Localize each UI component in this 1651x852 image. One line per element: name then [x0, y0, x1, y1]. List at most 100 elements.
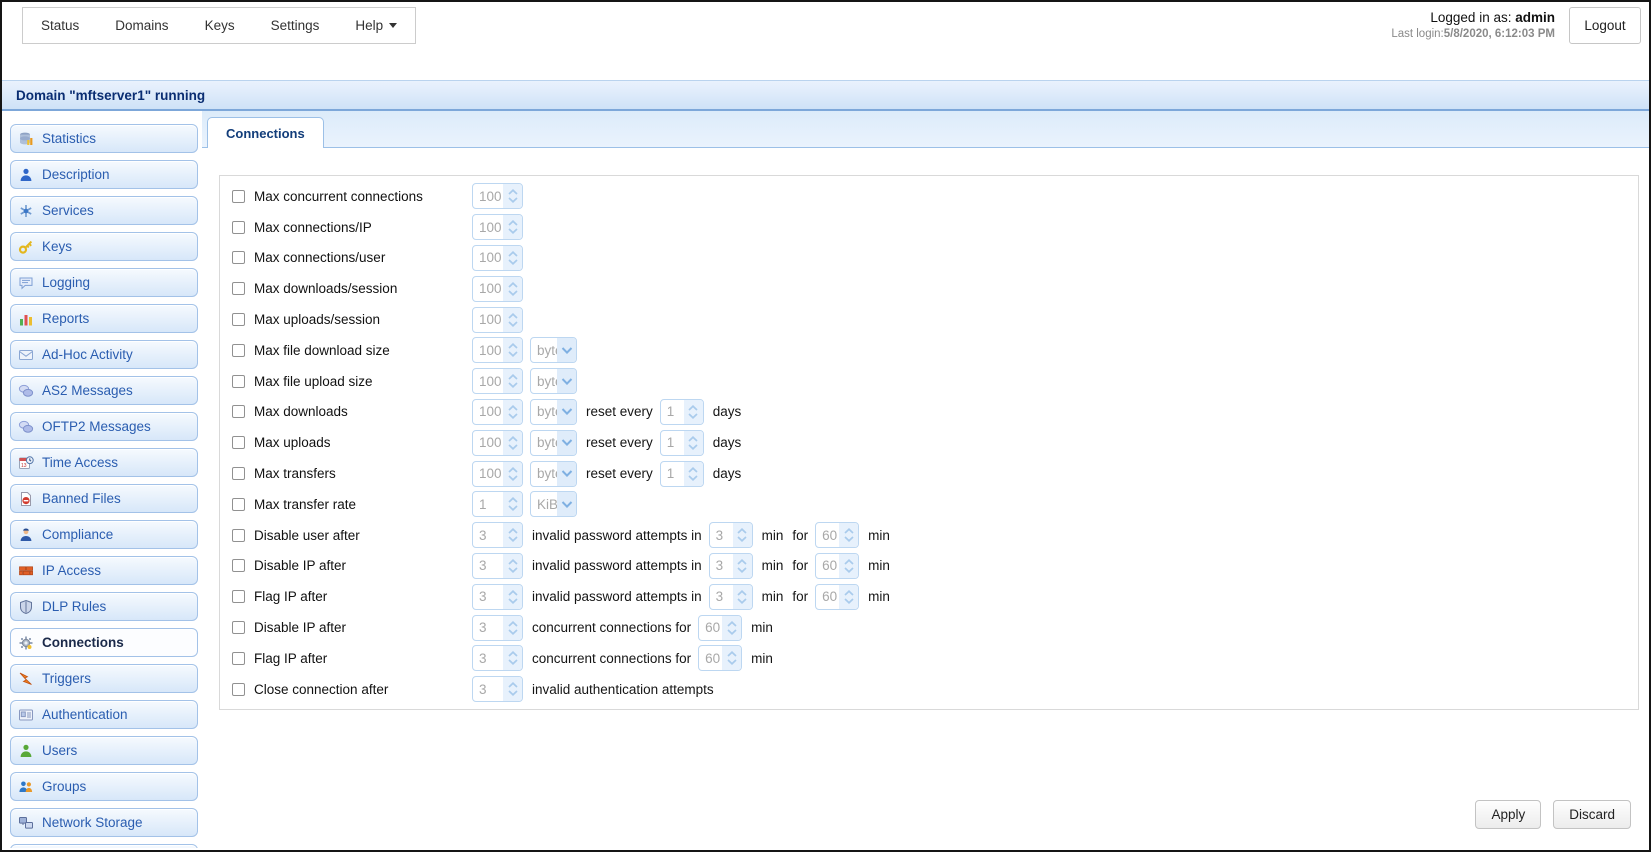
spinner-up-icon[interactable]	[844, 589, 854, 596]
row-checkbox[interactable]	[232, 590, 245, 604]
row-checkbox[interactable]	[232, 497, 245, 511]
spinner-down-icon[interactable]	[507, 598, 518, 604]
spinner-up-icon[interactable]	[507, 589, 518, 596]
sidebar-item-groups[interactable]: Groups	[10, 772, 198, 801]
number-spinner[interactable]: 3	[472, 583, 523, 610]
sidebar-item-statistics[interactable]: Statistics	[10, 124, 198, 153]
row-checkbox[interactable]	[232, 282, 245, 296]
sidebar-item-services[interactable]: Services	[10, 196, 198, 225]
row-checkbox[interactable]	[232, 621, 245, 635]
number-spinner[interactable]: 60	[815, 552, 860, 579]
number-spinner[interactable]: 60	[698, 645, 743, 672]
logout-button[interactable]: Logout	[1569, 7, 1641, 44]
tab-connections[interactable]: Connections	[207, 117, 324, 148]
number-spinner[interactable]: 100	[472, 244, 523, 271]
spinner-up-icon[interactable]	[507, 651, 518, 657]
number-spinner[interactable]: 1	[659, 460, 704, 487]
number-spinner[interactable]: 3	[472, 522, 523, 549]
spinner-up-icon[interactable]	[507, 404, 518, 411]
discard-button[interactable]: Discard	[1553, 800, 1631, 829]
spinner-down-icon[interactable]	[507, 505, 518, 512]
spinner-down-icon[interactable]	[507, 197, 518, 204]
menu-item-status[interactable]: Status	[41, 18, 79, 33]
spinner-up-icon[interactable]	[507, 220, 518, 226]
sidebar-item-as2-messages[interactable]: AS2 Messages	[10, 376, 198, 405]
number-spinner[interactable]: 60	[698, 614, 743, 641]
sidebar-item-triggers[interactable]: Triggers	[10, 664, 198, 693]
spinner-up-icon[interactable]	[507, 189, 518, 196]
number-spinner[interactable]: 100	[472, 306, 523, 333]
row-checkbox[interactable]	[232, 220, 245, 234]
spinner-up-icon[interactable]	[507, 435, 518, 442]
sidebar-item-logging[interactable]: Logging	[10, 268, 198, 297]
spinner-down-icon[interactable]	[507, 413, 518, 419]
sidebar-item-reports[interactable]: Reports	[10, 304, 198, 333]
sidebar-item-dlp-rules[interactable]: DLP Rules	[10, 592, 198, 621]
spinner-down-icon[interactable]	[507, 690, 518, 697]
spinner-up-icon[interactable]	[507, 343, 518, 349]
number-spinner[interactable]: 100	[472, 275, 523, 302]
spinner-down-icon[interactable]	[507, 536, 518, 543]
spinner-up-icon[interactable]	[507, 682, 518, 688]
row-checkbox[interactable]	[232, 467, 245, 481]
sidebar-item-ip-access[interactable]: IP Access	[10, 556, 198, 585]
sidebar-item-time-access[interactable]: 13 Time Access	[10, 448, 198, 477]
spinner-up-icon[interactable]	[688, 404, 698, 411]
row-checkbox[interactable]	[232, 313, 245, 327]
number-spinner[interactable]: 3	[708, 552, 753, 579]
number-spinner[interactable]: 100	[472, 398, 523, 425]
spinner-up-icon[interactable]	[507, 251, 518, 257]
sidebar-item-connections[interactable]: Connections	[10, 628, 198, 657]
unit-select[interactable]: KiBp	[530, 491, 577, 518]
number-spinner[interactable]: 3	[708, 522, 753, 549]
number-spinner[interactable]: 3	[472, 676, 523, 703]
spinner-down-icon[interactable]	[737, 536, 747, 543]
number-spinner[interactable]: 100	[472, 183, 523, 210]
spinner-down-icon[interactable]	[507, 444, 518, 450]
spinner-up-icon[interactable]	[507, 281, 518, 288]
spinner-up-icon[interactable]	[507, 466, 518, 473]
sidebar-item-compliance[interactable]: Compliance	[10, 520, 198, 549]
unit-select[interactable]: byte	[530, 337, 577, 364]
spinner-up-icon[interactable]	[727, 620, 737, 627]
sidebar-item-description[interactable]: Description	[10, 160, 198, 189]
spinner-down-icon[interactable]	[507, 382, 518, 389]
number-spinner[interactable]: 100	[472, 460, 523, 487]
spinner-down-icon[interactable]	[507, 351, 518, 358]
sidebar-item-ad-hoc-activity[interactable]: Ad-Hoc Activity	[10, 340, 198, 369]
menu-item-help[interactable]: Help	[355, 18, 398, 33]
menu-item-settings[interactable]: Settings	[271, 18, 320, 33]
row-checkbox[interactable]	[232, 251, 245, 265]
spinner-down-icon[interactable]	[507, 290, 518, 296]
row-checkbox[interactable]	[232, 436, 245, 450]
unit-select[interactable]: byte	[530, 398, 577, 425]
spinner-down-icon[interactable]	[844, 567, 854, 573]
spinner-down-icon[interactable]	[507, 320, 518, 327]
row-checkbox[interactable]	[232, 189, 245, 203]
menu-item-keys[interactable]: Keys	[205, 18, 235, 33]
number-spinner[interactable]: 100	[472, 214, 523, 241]
row-checkbox[interactable]	[232, 374, 245, 388]
spinner-up-icon[interactable]	[507, 558, 518, 565]
menu-item-domains[interactable]: Domains	[115, 18, 168, 33]
sidebar-item-authentication[interactable]: Authentication	[10, 700, 198, 729]
number-spinner[interactable]: 3	[472, 614, 523, 641]
sidebar-item-oftp2-messages[interactable]: OFTP2 Messages	[10, 412, 198, 441]
spinner-down-icon[interactable]	[844, 598, 854, 604]
number-spinner[interactable]: 60	[815, 583, 860, 610]
row-checkbox[interactable]	[232, 343, 245, 357]
sidebar-item-users[interactable]: Users	[10, 736, 198, 765]
number-spinner[interactable]: 60	[815, 522, 860, 549]
row-checkbox[interactable]	[232, 651, 245, 665]
spinner-down-icon[interactable]	[844, 536, 854, 543]
spinner-up-icon[interactable]	[507, 312, 518, 319]
spinner-down-icon[interactable]	[688, 474, 698, 481]
spinner-up-icon[interactable]	[507, 497, 518, 503]
row-checkbox[interactable]	[232, 682, 245, 696]
unit-select[interactable]: byte	[530, 460, 577, 487]
unit-select[interactable]: byte	[530, 368, 577, 395]
apply-button[interactable]: Apply	[1475, 800, 1542, 829]
number-spinner[interactable]: 1	[472, 491, 523, 518]
spinner-up-icon[interactable]	[507, 528, 518, 534]
number-spinner[interactable]: 100	[472, 429, 523, 456]
